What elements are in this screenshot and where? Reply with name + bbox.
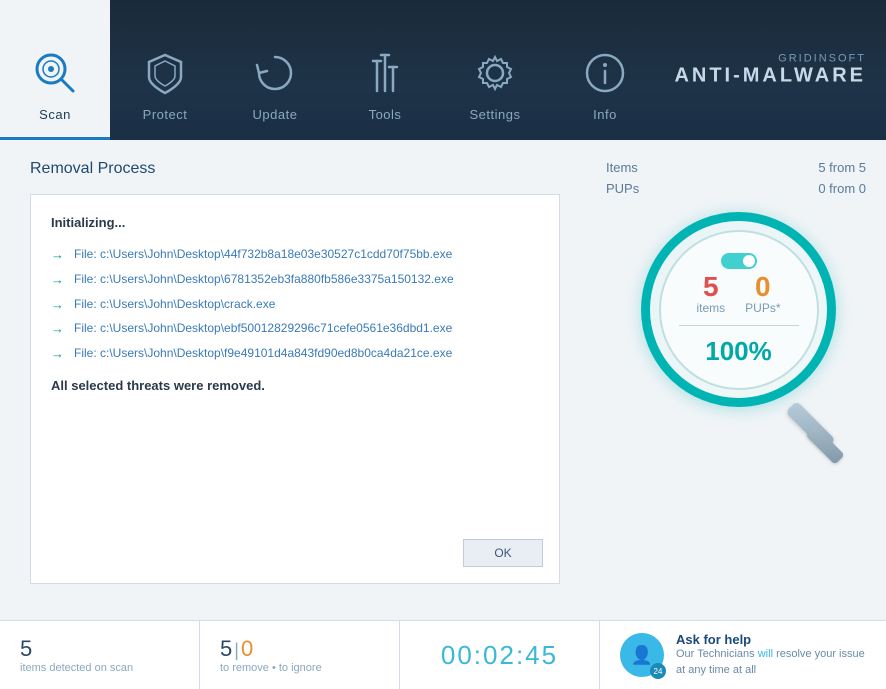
pups-label: PUPs [606, 181, 639, 196]
magnifier-inner: 5 items 0 PUPs* 100% [659, 230, 819, 390]
help-text-wrap: Ask for help Our Technicians will resolv… [676, 632, 866, 678]
magnifier-pups-label: PUPs* [745, 301, 780, 315]
bottom-section-timer: 00:02:45 [400, 621, 600, 689]
remove-separator: | [234, 640, 239, 661]
nav-scan[interactable]: Scan [0, 0, 110, 140]
bottom-bar: 5 items detected on scan 5 | 0 to remove… [0, 620, 886, 689]
nav-tools[interactable]: Tools [330, 0, 440, 140]
nav-scan-label: Scan [39, 107, 71, 122]
log-box: Initializing... → File: c:\Users\John\De… [30, 194, 560, 584]
log-initializing: Initializing... [51, 215, 539, 230]
magnifier-pups-count: 0 [755, 273, 771, 301]
nav-settings-label: Settings [470, 107, 521, 122]
nav-update-label: Update [253, 107, 298, 122]
update-icon [247, 45, 303, 101]
items-value: 5 from 5 [818, 160, 866, 175]
help-person-icon: 👤 [631, 645, 653, 666]
log-entry-4: → File: c:\Users\John\Desktop\ebf5001282… [51, 320, 539, 337]
log-success: All selected threats were removed. [51, 378, 539, 393]
ignore-count: 0 [241, 636, 253, 662]
help-badge: 24 [650, 663, 666, 679]
log-entry-3: → File: c:\Users\John\Desktop\crack.exe [51, 296, 539, 313]
log-arrow-3: → [51, 297, 64, 312]
log-text-2: File: c:\Users\John\Desktop\6781352eb3fa… [74, 271, 454, 288]
nav-protect-label: Protect [143, 107, 188, 122]
help-icon-wrap: 👤 24 [620, 633, 664, 677]
magnifier-circle: 5 items 0 PUPs* 100% [641, 212, 836, 407]
protect-icon [137, 45, 193, 101]
magnifier-items-label: items [696, 301, 725, 315]
remove-label: to remove • to ignore [220, 662, 379, 674]
magnifier-numbers-row: 5 items 0 PUPs* [696, 273, 780, 315]
magnifier-percent: 100% [705, 336, 772, 367]
nav-settings[interactable]: Settings [440, 0, 550, 140]
section-title: Removal Process [30, 160, 576, 178]
nav-tools-label: Tools [369, 107, 402, 122]
log-text-5: File: c:\Users\John\Desktop\f9e49101d4a8… [74, 345, 452, 362]
magnifier-visualization: 5 items 0 PUPs* 100% [626, 212, 846, 452]
help-highlight: will [758, 648, 773, 660]
brand: GRIDINSOFT ANTI-MALWARE [674, 53, 866, 88]
ok-button[interactable]: OK [463, 539, 543, 567]
stats-items-row: Items 5 from 5 [606, 160, 866, 175]
log-arrow-5: → [51, 346, 64, 361]
settings-icon [467, 45, 523, 101]
remove-count: 5 [220, 636, 232, 662]
detected-count: 5 [20, 636, 179, 662]
timer-display: 00:02:45 [420, 640, 579, 671]
log-entry-1: → File: c:\Users\John\Desktop\44f732b8a1… [51, 246, 539, 263]
log-entry-5: → File: c:\Users\John\Desktop\f9e49101d4… [51, 345, 539, 362]
bottom-section-remove: 5 | 0 to remove • to ignore [200, 621, 400, 689]
log-entry-2: → File: c:\Users\John\Desktop\6781352eb3… [51, 271, 539, 288]
left-panel: Removal Process Initializing... → File: … [0, 140, 596, 620]
scan-icon [27, 45, 83, 101]
detected-label: items detected on scan [20, 662, 179, 674]
tools-icon [357, 45, 413, 101]
toggle-switch [721, 253, 757, 269]
bottom-section-detected: 5 items detected on scan [0, 621, 200, 689]
items-label: Items [606, 160, 638, 175]
toggle-knob [743, 255, 755, 267]
log-text-3: File: c:\Users\John\Desktop\crack.exe [74, 296, 275, 313]
right-panel: Items 5 from 5 PUPs 0 from 0 [596, 140, 886, 620]
info-icon [577, 45, 633, 101]
magnifier-items-count: 5 [703, 273, 719, 301]
nav-protect[interactable]: Protect [110, 0, 220, 140]
log-text-1: File: c:\Users\John\Desktop\44f732b8a18e… [74, 246, 452, 263]
log-arrow-1: → [51, 247, 64, 262]
log-arrow-4: → [51, 321, 64, 336]
header: Scan Protect Update [0, 0, 886, 140]
brand-bottom: ANTI-MALWARE [674, 65, 866, 88]
log-text-4: File: c:\Users\John\Desktop\ebf500128292… [74, 320, 452, 337]
help-title: Ask for help [676, 632, 866, 647]
nav-update[interactable]: Update [220, 0, 330, 140]
magnifier-divider [679, 325, 799, 326]
magnifier-pups-stat: 0 PUPs* [745, 273, 780, 315]
nav-info-label: Info [593, 107, 617, 122]
log-arrow-2: → [51, 272, 64, 287]
nav-info[interactable]: Info [550, 0, 660, 140]
stats-pups-row: PUPs 0 from 0 [606, 181, 866, 196]
help-subtitle: Our Technicians will resolve your issue … [676, 647, 866, 678]
magnifier-items-stat: 5 items [696, 273, 725, 315]
bottom-section-help: 👤 24 Ask for help Our Technicians will r… [600, 621, 886, 689]
remove-value-row: 5 | 0 [220, 636, 379, 662]
pups-value: 0 from 0 [818, 181, 866, 196]
main-content: Removal Process Initializing... → File: … [0, 140, 886, 620]
toggle-area [721, 253, 757, 269]
brand-top: GRIDINSOFT [674, 53, 866, 65]
